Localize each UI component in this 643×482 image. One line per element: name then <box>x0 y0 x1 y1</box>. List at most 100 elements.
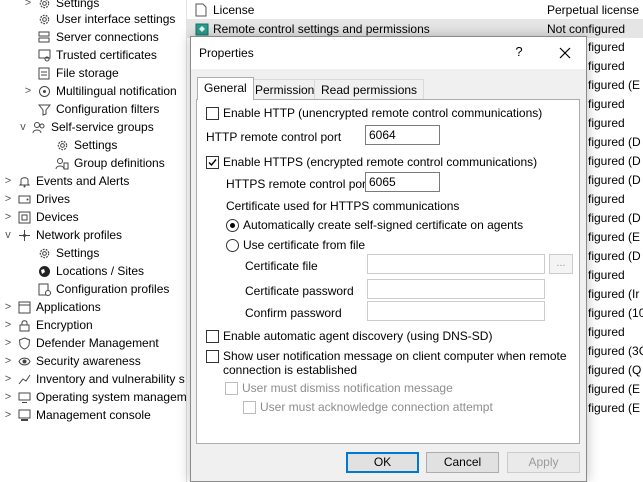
help-button[interactable]: ? <box>511 44 527 62</box>
enable-http-checkbox[interactable]: Enable HTTP (unencrypted remote control … <box>206 106 542 120</box>
https-port-input[interactable]: 6065 <box>365 172 440 192</box>
chevron-right-icon[interactable]: > <box>2 316 14 334</box>
close-icon <box>559 47 571 59</box>
checkbox-label: Enable HTTP (unencrypted remote control … <box>223 106 543 120</box>
chevron-right-icon[interactable]: > <box>2 334 14 352</box>
list-item-value: Not configured <box>547 21 626 36</box>
tree-item-group-definitions[interactable]: Group definitions <box>55 154 165 172</box>
remote-control-icon <box>195 22 209 36</box>
list-item-name: Remote control settings and permissions <box>213 21 430 36</box>
tab-read-permissions[interactable]: Read permissions <box>314 79 425 99</box>
chevron-right-icon[interactable]: > <box>2 190 14 208</box>
tree-item-drives[interactable]: > Drives <box>2 190 70 208</box>
list-value-partial: figured <box>588 116 625 130</box>
list-value-partial: figured (10 <box>588 306 643 320</box>
tree-item-file-storage[interactable]: File storage <box>37 64 119 82</box>
tree-item-configuration-profiles[interactable]: Configuration profiles <box>37 280 169 298</box>
chevron-right-icon[interactable]: > <box>2 298 14 316</box>
confirm-password-label: Confirm password <box>245 306 342 320</box>
http-port-input[interactable]: 6064 <box>365 125 440 145</box>
apply-button[interactable]: Apply <box>507 452 580 473</box>
tree-item-locations-sites[interactable]: Locations / Sites <box>37 262 144 280</box>
chevron-right-icon[interactable]: > <box>2 370 14 388</box>
chevron-right-icon[interactable]: > <box>2 172 14 190</box>
browse-button[interactable]: ... <box>549 254 573 274</box>
must-acknowledge-checkbox[interactable]: User must acknowledge connection attempt <box>243 400 493 414</box>
chevron-right-icon[interactable]: > <box>2 352 14 370</box>
chevron-right-icon[interactable]: > <box>22 82 34 100</box>
tree-item-inventory-and-vulnerability[interactable]: > Inventory and vulnerability s <box>2 370 185 388</box>
tree-item-self-service-groups[interactable]: v Self-service groups <box>17 118 154 136</box>
tree-item-label: Trusted certificates <box>56 48 157 62</box>
certificate-password-input[interactable] <box>367 279 545 299</box>
checkbox-box[interactable] <box>243 401 256 414</box>
device-icon <box>17 210 31 224</box>
tree-item-security-awareness[interactable]: > Security awareness <box>2 352 141 370</box>
ok-button[interactable]: OK <box>346 452 419 473</box>
tree-item-devices[interactable]: > Devices <box>2 208 79 226</box>
tree-item-user-interface-settings[interactable]: User interface settings <box>37 10 175 28</box>
chevron-right-icon[interactable]: > <box>2 388 14 406</box>
tree-item-server-connections[interactable]: Server connections <box>37 28 159 46</box>
list-value-partial: figured (D <box>588 211 641 225</box>
list-value-partial: figured <box>588 268 625 282</box>
chevron-right-icon[interactable]: > <box>22 0 34 12</box>
certificate-file-input[interactable] <box>367 254 545 274</box>
checkbox-box[interactable] <box>206 156 219 169</box>
agent-discovery-checkbox[interactable]: Enable automatic agent discovery (using … <box>206 329 492 343</box>
must-dismiss-checkbox[interactable]: User must dismiss notification message <box>225 381 453 395</box>
tree-item-network-settings[interactable]: Settings <box>37 244 99 262</box>
tree-item-multilingual-notification[interactable]: > Multilingual notification <box>22 82 177 100</box>
checkbox-label: User must acknowledge connection attempt <box>260 400 493 414</box>
tab-general[interactable]: General <box>197 77 254 100</box>
checkbox-box[interactable] <box>206 330 219 343</box>
show-notification-checkbox[interactable]: Show user notification message on client… <box>206 349 567 377</box>
certificate-file-label: Certificate file <box>245 259 318 273</box>
list-value-partial: figured <box>588 192 625 206</box>
group-icon <box>32 120 46 134</box>
chevron-right-icon[interactable]: > <box>2 406 14 424</box>
dialog-titlebar[interactable]: Properties ? <box>191 37 586 69</box>
tree-item-label: Self-service groups <box>51 120 154 134</box>
radio-button[interactable] <box>226 218 239 232</box>
gear-icon <box>37 246 51 260</box>
http-port-label: HTTP remote control port <box>206 130 342 144</box>
tree-item-label: Security awareness <box>36 354 141 368</box>
checkbox-box[interactable] <box>225 382 238 395</box>
tree-item-label: Configuration profiles <box>56 282 170 296</box>
tree-item-encryption[interactable]: > Encryption <box>2 316 93 334</box>
server-icon <box>37 30 51 44</box>
tree-item-self-service-settings[interactable]: Settings <box>55 136 117 154</box>
list-value-partial: figured (D <box>588 135 641 149</box>
tree-item-applications[interactable]: > Applications <box>2 298 101 316</box>
list-item-name: License <box>213 2 255 17</box>
lock-icon <box>17 318 31 332</box>
cancel-button[interactable]: Cancel <box>426 452 499 473</box>
tree-item-label: User interface settings <box>56 12 176 26</box>
tree-item-trusted-certificates[interactable]: Trusted certificates <box>37 46 157 64</box>
enable-https-checkbox[interactable]: Enable HTTPS (encrypted remote control c… <box>206 155 537 169</box>
tree-item-configuration-filters[interactable]: Configuration filters <box>37 100 159 118</box>
close-button[interactable] <box>553 42 577 64</box>
list-value-partial: figured (D <box>588 154 641 168</box>
gear-icon <box>37 12 51 26</box>
checkbox-box[interactable] <box>206 350 219 363</box>
chevron-right-icon[interactable]: > <box>2 208 14 226</box>
certificate-file-radio[interactable]: Use certificate from file <box>226 238 365 252</box>
tree-item-network-profiles[interactable]: v Network profiles <box>2 226 122 244</box>
chevron-down-icon[interactable]: v <box>17 118 29 136</box>
config-profile-icon <box>37 282 51 296</box>
chevron-down-icon[interactable]: v <box>2 226 14 244</box>
tree-item-defender-management[interactable]: > Defender Management <box>2 334 159 352</box>
tree-item-label: Settings <box>56 246 100 260</box>
confirm-password-input[interactable] <box>367 301 545 321</box>
radio-button[interactable] <box>226 238 239 252</box>
tree-item-operating-system-management[interactable]: > Operating system managem <box>2 388 186 406</box>
list-item-license[interactable]: License Perpetual license <box>187 0 643 19</box>
tree-item-management-console[interactable]: > Management console <box>2 406 151 424</box>
https-port-label: HTTPS remote control port <box>226 177 370 191</box>
auto-certificate-radio[interactable]: Automatically create self-signed certifi… <box>226 218 523 232</box>
checkbox-box[interactable] <box>206 107 219 120</box>
drive-icon <box>17 192 31 206</box>
tree-item-events-and-alerts[interactable]: > Events and Alerts <box>2 172 130 190</box>
